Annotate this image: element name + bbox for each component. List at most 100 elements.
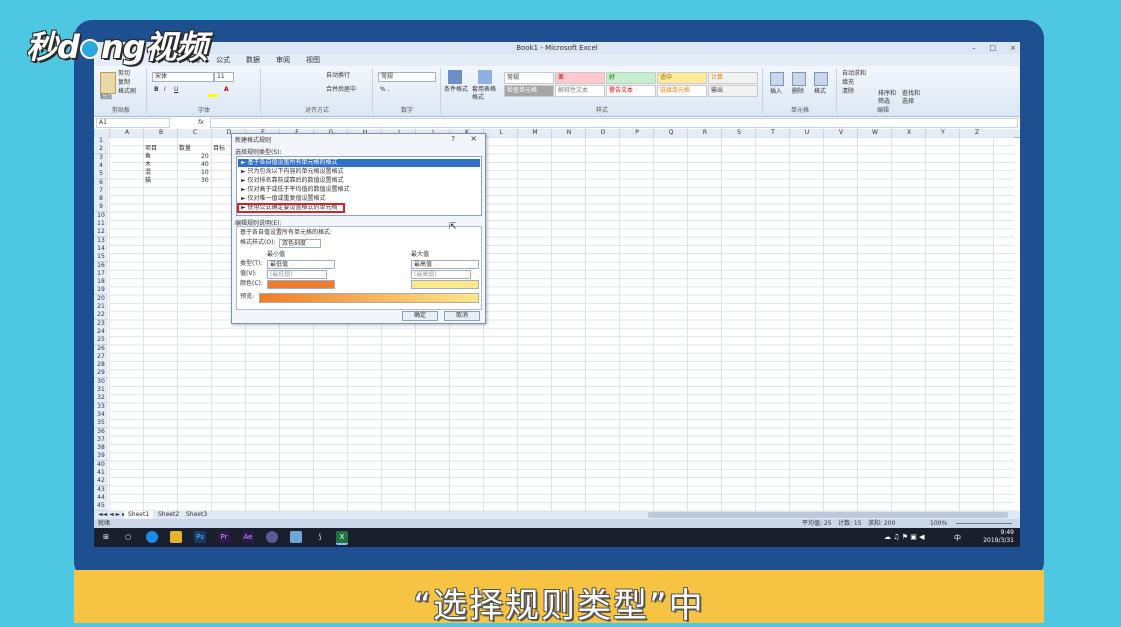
format-painter-button[interactable]: 格式刷 [118, 88, 136, 96]
autosum-button[interactable]: 自动求和 [842, 70, 866, 78]
cell-text[interactable]: 目标 [213, 145, 225, 153]
fill-button[interactable]: 填充 [842, 79, 854, 87]
column-header[interactable]: L [483, 129, 518, 137]
zoom-slider[interactable] [956, 523, 1012, 524]
delete-cells-icon[interactable] [792, 72, 806, 86]
horizontal-scrollbar[interactable] [648, 512, 1008, 518]
rule-type-list[interactable]: ► 基于各自值设置所有单元格的格式 ► 只为包含以下内容的单元格设置格式 ► 仅… [236, 156, 482, 216]
conditional-format-button[interactable]: 条件格式 [444, 86, 470, 94]
column-header[interactable]: N [551, 129, 586, 137]
paste-icon[interactable] [100, 72, 116, 94]
cell-style-item[interactable]: 常规 [504, 72, 554, 84]
fx-icon[interactable]: fx [198, 119, 204, 127]
dialog-close-button[interactable]: × [470, 134, 477, 143]
excel-icon[interactable]: X [336, 531, 348, 545]
zoom-level[interactable]: 100% [930, 519, 947, 528]
clock[interactable]: 9:49 2019/3/31 [983, 529, 1014, 545]
cell-text[interactable]: 30 [201, 177, 209, 185]
italic-icon[interactable]: I [164, 86, 166, 94]
rule-type-item[interactable]: ► 仅对高于或低于平均值的数值设置格式 [238, 186, 480, 194]
cell-style-item[interactable]: 适中 [657, 72, 707, 84]
row-header[interactable]: 45 [94, 502, 108, 512]
max-value-input[interactable]: (最高值) [411, 270, 471, 279]
number-format-select[interactable]: 常规 [378, 72, 436, 82]
windows-start-icon[interactable]: ⊞ [100, 531, 112, 543]
app-icon[interactable] [290, 531, 302, 543]
delete-button[interactable]: 删除 [792, 88, 804, 96]
cell-style-item[interactable]: 检查单元格 [504, 85, 554, 97]
tray-icons[interactable]: ☁ ♫ ⚑ ▣ ◀ [884, 533, 924, 541]
minimize-button[interactable]: – [972, 42, 976, 54]
underline-icon[interactable]: U [174, 86, 178, 94]
sort-filter-button[interactable]: 排序和筛选 [878, 90, 900, 106]
min-type-select[interactable]: 最低值 [267, 260, 335, 269]
column-header[interactable]: S [721, 129, 756, 137]
cell-style-item[interactable]: 计算 [708, 72, 758, 84]
sheet-tab-1[interactable]: Sheet1 [124, 511, 154, 519]
conditional-format-icon[interactable] [448, 70, 462, 84]
tab-review[interactable]: 审阅 [276, 54, 290, 66]
after-effects-icon[interactable]: Ae [242, 531, 254, 543]
cell-text[interactable]: 数量 [179, 145, 191, 153]
find-select-button[interactable]: 查找和选择 [902, 90, 924, 106]
column-header[interactable]: C [177, 129, 212, 137]
cell-style-item[interactable]: 输出 [708, 85, 758, 97]
column-header[interactable]: U [789, 129, 824, 137]
cell-text[interactable]: 项目 [145, 145, 157, 153]
column-header[interactable]: A [109, 129, 144, 137]
cancel-button[interactable]: 取消 [444, 311, 480, 321]
rule-type-item[interactable]: ► 仅对排名靠前或靠后的数值设置格式 [238, 177, 480, 185]
rule-type-item[interactable]: ► 只为包含以下内容的单元格设置格式 [238, 168, 480, 176]
column-header[interactable]: W [857, 129, 892, 137]
rule-type-item[interactable]: ► 仅对唯一值或重复值设置格式 [238, 195, 480, 203]
insert-cells-icon[interactable] [770, 72, 784, 86]
cell-style-item[interactable]: 链接单元格 [657, 85, 707, 97]
max-color-picker[interactable] [411, 280, 479, 289]
cell-text[interactable]: 混 [145, 169, 151, 177]
column-header[interactable]: P [619, 129, 654, 137]
app-icon[interactable]: ⟆ [314, 531, 326, 543]
help-icon[interactable]: ? [451, 135, 455, 143]
premiere-icon[interactable]: Pr [218, 531, 230, 543]
column-header[interactable]: Y [925, 129, 960, 137]
column-header[interactable]: B [143, 129, 178, 137]
percent-icon[interactable]: % , [380, 86, 390, 94]
ok-button[interactable]: 确定 [402, 311, 438, 321]
column-header[interactable]: X [891, 129, 926, 137]
cell-text[interactable]: 猫 [145, 177, 151, 185]
cell-text[interactable]: 木 [145, 161, 151, 169]
formula-input[interactable] [210, 118, 1018, 128]
column-header[interactable]: R [687, 129, 722, 137]
sheet-tab-3[interactable]: Sheet3 [182, 511, 211, 519]
close-button[interactable]: × [1010, 42, 1016, 54]
min-value-input[interactable]: (最低值) [267, 270, 327, 279]
column-header[interactable]: Q [653, 129, 688, 137]
font-color-icon[interactable]: A [224, 86, 229, 94]
format-cells-icon[interactable] [814, 72, 828, 86]
font-name-select[interactable]: 宋体 [152, 72, 214, 82]
browser-icon[interactable] [146, 531, 158, 543]
cell-style-item[interactable]: 差 [555, 72, 605, 84]
cell-style-item[interactable]: 解释性文本 [555, 85, 605, 97]
name-box[interactable]: A1 [96, 118, 170, 128]
folder-icon[interactable] [170, 531, 182, 543]
cell-style-item[interactable]: 警告文本 [606, 85, 656, 97]
tab-data[interactable]: 数据 [246, 54, 260, 66]
merge-center-button[interactable]: 合并后居中 [326, 86, 356, 94]
cell-text[interactable]: 20 [201, 153, 209, 161]
table-format-icon[interactable] [478, 70, 492, 84]
column-header[interactable]: V [823, 129, 858, 137]
cell-text[interactable]: 鱼 [145, 153, 151, 161]
photoshop-icon[interactable]: Ps [194, 531, 206, 543]
column-header[interactable]: M [517, 129, 552, 137]
column-header[interactable]: Z [959, 129, 994, 137]
cell-text[interactable]: 40 [201, 161, 209, 169]
bold-icon[interactable]: B [154, 86, 159, 94]
cut-button[interactable]: 剪切 [118, 70, 130, 78]
insert-button[interactable]: 插入 [770, 88, 782, 96]
column-header[interactable]: O [585, 129, 620, 137]
cell-text[interactable]: 10 [201, 169, 209, 177]
min-color-picker[interactable] [267, 280, 335, 289]
table-format-button[interactable]: 套用表格格式 [472, 86, 498, 102]
format-button[interactable]: 格式 [814, 88, 826, 96]
